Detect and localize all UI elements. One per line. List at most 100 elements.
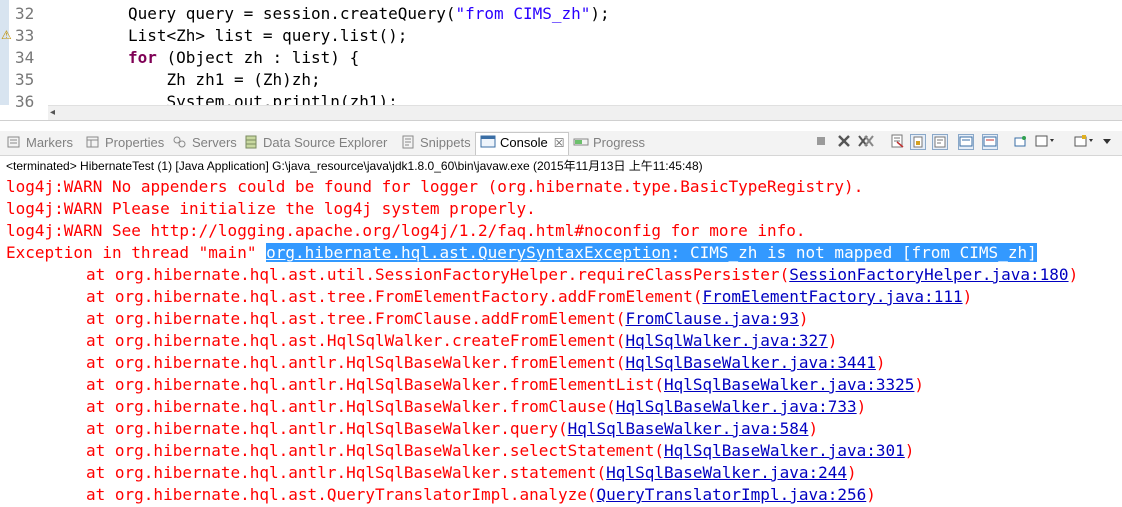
stack-trace-line: at org.hibernate.hql.antlr.HqlSqlBaseWal… (6, 462, 1122, 484)
selected-text[interactable]: org.hibernate.hql.ast.QuerySyntaxExcepti… (266, 243, 1037, 262)
code-line: ⚠ 33 List<Zh> list = query.list(); (1, 25, 1122, 47)
tab-label: Snippets (420, 135, 471, 150)
close-paren: ) (962, 287, 973, 306)
stack-trace-line: at org.hibernate.hql.ast.tree.FromElemen… (6, 286, 1122, 308)
pin-console-icon[interactable] (1012, 134, 1028, 150)
tab-label: Data Source Explorer (263, 135, 388, 150)
close-paren: ) (914, 375, 925, 394)
tab-label: Servers (192, 135, 237, 150)
stack-frame-method: at org.hibernate.hql.antlr.HqlSqlBaseWal… (86, 441, 664, 460)
tab-console[interactable]: Console ☒ (475, 132, 570, 155)
tab-label: Markers (26, 135, 73, 150)
console-output[interactable]: log4j:WARN No appenders could be found f… (6, 176, 1122, 506)
markers-icon (6, 135, 22, 149)
stack-frame-link[interactable]: SessionFactoryHelper.java:180 (789, 265, 1068, 284)
open-console-icon[interactable] (1074, 134, 1093, 150)
snippets-icon (400, 135, 416, 149)
stack-frame-link[interactable]: HqlSqlBaseWalker.java:244 (606, 463, 847, 482)
terminate-icon[interactable] (813, 134, 829, 150)
stack-frame-method: at org.hibernate.hql.ast.util.SessionFac… (86, 265, 790, 284)
code-line: 32 Query query = session.createQuery("fro… (9, 3, 1122, 25)
stack-frame-link[interactable]: HqlSqlBaseWalker.java:3441 (625, 353, 875, 372)
stack-frame-method: at org.hibernate.hql.ast.tree.FromElemen… (86, 287, 703, 306)
stack-frame-method: at org.hibernate.hql.antlr.HqlSqlBaseWal… (86, 397, 616, 416)
scroll-left-icon[interactable]: ◂ (50, 106, 55, 120)
stack-trace-line: at org.hibernate.hql.antlr.HqlSqlBaseWal… (6, 418, 1122, 440)
tab-markers[interactable]: Markers (6, 133, 73, 153)
tab-label: Properties (105, 135, 165, 150)
stack-frame-link[interactable]: HqlSqlBaseWalker.java:301 (664, 441, 905, 460)
code-line: 35 Zh zh1 = (Zh)zh; (9, 69, 1122, 91)
show-console-on-output-icon[interactable] (958, 134, 974, 150)
editor-horizontal-scrollbar[interactable]: ◂ (48, 105, 1122, 120)
tab-label: Console (500, 135, 548, 150)
code-token: (Object zh : list) { (156, 48, 360, 67)
line-number: 33 (15, 26, 35, 45)
string-token: "from CIMS_zh" (455, 4, 591, 23)
stack-trace-line: at org.hibernate.hql.antlr.HqlSqlBaseWal… (6, 440, 1122, 462)
stack-trace-line: at org.hibernate.hql.antlr.HqlSqlBaseWal… (6, 396, 1122, 418)
exception-message: : CIMS_zh is not mapped [from CIMS_zh] (670, 243, 1037, 262)
stack-frame-link[interactable]: FromElementFactory.java:111 (703, 287, 963, 306)
stack-frame-link[interactable]: HqlSqlBaseWalker.java:3325 (664, 375, 914, 394)
keyword-token: for (128, 48, 157, 67)
tab-progress[interactable]: Progress (573, 133, 645, 153)
exception-prefix: Exception in thread "main" (6, 243, 267, 262)
line-number: 36 (15, 92, 35, 111)
view-menu-icon[interactable] (1099, 134, 1115, 150)
stack-frame-method: at org.hibernate.hql.antlr.HqlSqlBaseWal… (86, 353, 626, 372)
tab-servers[interactable]: Servers (172, 133, 237, 153)
line-number: 34 (15, 48, 35, 67)
remove-launch-icon[interactable] (836, 134, 852, 150)
stack-frame-link[interactable]: HqlSqlBaseWalker.java:733 (616, 397, 857, 416)
stack-frame-method: at org.hibernate.hql.antlr.HqlSqlBaseWal… (86, 419, 568, 438)
stack-trace-line: at org.hibernate.hql.ast.tree.FromClause… (6, 308, 1122, 330)
code-token: List<Zh> list = query.list(); (128, 26, 408, 45)
clear-console-icon[interactable] (889, 134, 905, 150)
view-tab-bar: Markers Properties Servers Data Source E… (0, 131, 1122, 156)
exception-class-link[interactable]: org.hibernate.hql.ast.QuerySyntaxExcepti… (266, 243, 671, 262)
code-token: ); (590, 4, 610, 23)
database-icon (243, 135, 259, 149)
stack-frame-link[interactable]: HqlSqlWalker.java:327 (625, 331, 827, 350)
stack-frame-method: at org.hibernate.hql.antlr.HqlSqlBaseWal… (86, 463, 607, 482)
close-icon[interactable]: ☒ (554, 136, 565, 150)
stack-trace-line: at org.hibernate.hql.ast.QueryTranslator… (6, 484, 1122, 506)
code-line: 34 for (Object zh : list) { (9, 47, 1122, 69)
line-number: 35 (15, 70, 35, 89)
line-number: 32 (15, 4, 35, 23)
tab-properties[interactable]: Properties (85, 133, 164, 153)
word-wrap-icon[interactable] (932, 134, 948, 150)
close-paren: ) (904, 441, 915, 460)
stack-frame-method: at org.hibernate.hql.antlr.HqlSqlBaseWal… (86, 375, 664, 394)
stack-frame-method: at org.hibernate.hql.ast.HqlSqlWalker.cr… (86, 331, 626, 350)
tab-label: Progress (593, 135, 646, 150)
stack-frame-link[interactable]: FromClause.java:93 (625, 309, 798, 328)
stack-trace-line: at org.hibernate.hql.antlr.HqlSqlBaseWal… (6, 352, 1122, 374)
properties-icon (85, 135, 101, 149)
code-text: Query query = session.createQuery("from … (128, 3, 610, 25)
close-paren: ) (827, 331, 838, 350)
stack-trace-line: at org.hibernate.hql.antlr.HqlSqlBaseWal… (6, 374, 1122, 396)
stack-frame-method: at org.hibernate.hql.ast.QueryTranslator… (86, 485, 597, 504)
console-launch-description: <terminated> HibernateTest (1) [Java App… (6, 159, 703, 173)
display-selected-console-icon[interactable] (1035, 134, 1054, 150)
code-text: Zh zh1 = (Zh)zh; (128, 69, 321, 91)
stack-frame-link[interactable]: QueryTranslatorImpl.java:256 (597, 485, 867, 504)
tab-data-source-explorer[interactable]: Data Source Explorer (243, 133, 387, 153)
code-text: for (Object zh : list) { (128, 47, 359, 69)
progress-icon (573, 135, 589, 149)
scroll-lock-icon[interactable] (910, 134, 926, 150)
console-icon (480, 135, 496, 149)
show-console-on-error-icon[interactable] (982, 134, 998, 150)
warning-icon[interactable]: ⚠ (1, 28, 12, 42)
close-paren: ) (1068, 265, 1079, 284)
code-editor[interactable]: 32 Query query = session.createQuery("fro… (0, 0, 1122, 121)
code-lines: 32 Query query = session.createQuery("fro… (1, 3, 1122, 113)
servers-icon (172, 135, 188, 149)
tab-snippets[interactable]: Snippets (400, 133, 471, 153)
remove-all-terminated-icon[interactable] (858, 134, 874, 150)
stack-trace-line: at org.hibernate.hql.ast.util.SessionFac… (6, 264, 1122, 286)
stack-frame-link[interactable]: HqlSqlBaseWalker.java:584 (568, 419, 809, 438)
close-paren: ) (798, 309, 809, 328)
